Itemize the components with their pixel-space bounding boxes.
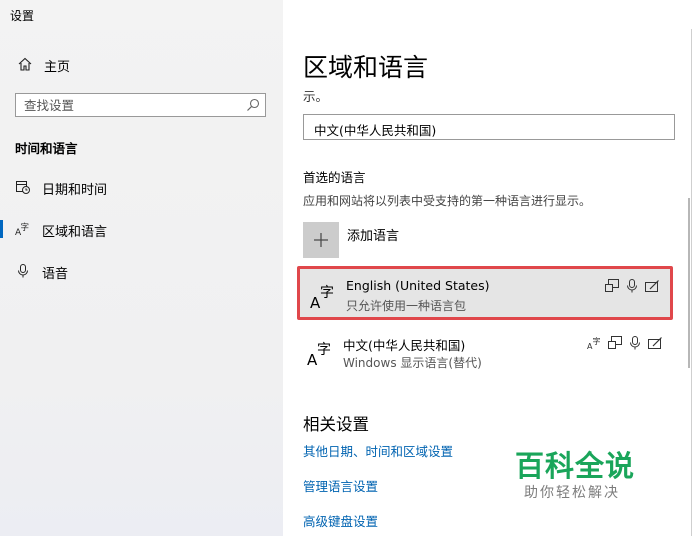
svg-text:字: 字: [320, 285, 334, 301]
sidebar-item-region-language[interactable]: A 字 区域和语言: [0, 213, 283, 245]
link-advanced-keyboard[interactable]: 高级键盘设置: [303, 511, 378, 530]
related-settings-heading: 相关设置: [303, 415, 369, 434]
search-input[interactable]: [24, 96, 234, 114]
language-item-chinese[interactable]: A 字 中文(中华人民共和国) Windows 显示语言(替代) A字: [297, 326, 673, 380]
language-name: 中文(中华人民共和国): [343, 338, 466, 353]
language-detail: Windows 显示语言(替代): [343, 356, 482, 370]
language-item-english[interactable]: A 字 English (United States) 只允许使用一种语言包: [297, 266, 673, 320]
sidebar-item-label: 主页: [44, 60, 71, 75]
microphone-icon: [627, 335, 643, 351]
handwriting-icon: [647, 335, 663, 351]
watermark: 百科全说 助你轻松解决: [515, 443, 647, 503]
add-language-button[interactable]: 添加语言: [303, 222, 503, 260]
add-icon-tile: [303, 222, 339, 258]
content-pane: 区域和语言 示。 中文(中华人民共和国) 首选的语言 应用和网站将以列表中受支持…: [283, 0, 692, 536]
svg-text:字: 字: [21, 222, 30, 233]
app-title: 设置: [10, 9, 35, 23]
sidebar-item-label: 区域和语言: [42, 225, 108, 240]
display-language-select[interactable]: 中文(中华人民共和国): [303, 114, 675, 140]
watermark-title: 百科全说: [515, 449, 636, 483]
language-glyph-icon: A 字: [307, 342, 331, 368]
svg-text:字: 字: [593, 336, 601, 346]
handwriting-icon: [644, 278, 660, 294]
preferred-languages-heading: 首选的语言: [303, 170, 366, 185]
scrollbar[interactable]: [688, 198, 690, 368]
active-indicator: [0, 220, 3, 238]
search-box[interactable]: [15, 93, 266, 117]
language-glyph-icon: A 字: [310, 285, 334, 311]
preferred-languages-description: 应用和网站将以列表中受支持的第一种语言进行显示。: [303, 194, 592, 208]
sidebar-item-label: 语音: [42, 267, 69, 282]
add-language-label: 添加语言: [347, 229, 400, 244]
settings-window: 设置 主页 时间和语言 日期和时间: [0, 0, 692, 536]
plus-icon: [314, 233, 328, 247]
sidebar-item-date-time[interactable]: 日期和时间: [0, 171, 283, 203]
language-icon: A 字: [15, 222, 30, 237]
sidebar-item-label: 日期和时间: [42, 183, 108, 198]
sidebar-item-home[interactable]: 主页: [0, 50, 283, 80]
language-pack-icon: A字: [587, 335, 603, 351]
page-title: 区域和语言: [303, 53, 429, 82]
language-capabilities: [604, 278, 660, 294]
language-name: English (United States): [346, 278, 490, 293]
scrolled-text: 示。: [303, 89, 329, 104]
display-language-icon: [604, 278, 620, 294]
search-icon[interactable]: [246, 98, 260, 112]
microphone-icon: [18, 264, 28, 278]
language-capabilities: A字: [587, 335, 663, 351]
display-language-value: 中文(中华人民共和国): [314, 123, 437, 138]
sidebar: 设置 主页 时间和语言 日期和时间: [0, 0, 283, 536]
calendar-clock-icon: [16, 181, 30, 194]
svg-text:字: 字: [317, 342, 331, 358]
microphone-icon: [624, 278, 640, 294]
section-heading: 时间和语言: [15, 141, 78, 156]
home-icon: [18, 57, 32, 71]
link-additional-date-time-region[interactable]: 其他日期、时间和区域设置: [303, 441, 453, 460]
watermark-subtitle: 助你轻松解决: [524, 485, 620, 501]
sidebar-item-speech[interactable]: 语音: [0, 255, 283, 287]
link-administrative-language[interactable]: 管理语言设置: [303, 476, 378, 495]
display-language-icon: [607, 335, 623, 351]
language-detail: 只允许使用一种语言包: [346, 299, 467, 313]
